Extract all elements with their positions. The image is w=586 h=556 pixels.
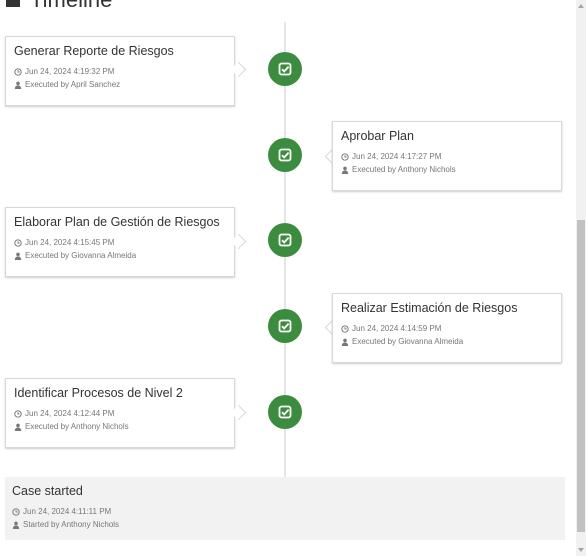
task-title: Aprobar Plan — [341, 129, 414, 143]
timeline-card: Aprobar Plan Jun 24, 2024 4:17:27 PM Exe… — [332, 121, 562, 191]
task-executor: Executed by April Sanchez — [14, 80, 226, 89]
task-title: Generar Reporte de Riesgos — [14, 44, 174, 58]
check-square-icon — [278, 62, 292, 76]
timeline-header-icon — [6, 0, 20, 7]
task-time: Jun 24, 2024 4:17:27 PM — [341, 152, 553, 161]
task-title: Realizar Estimación de Riesgos — [341, 301, 518, 315]
task-executor: Executed by Giovanna Almeida — [14, 251, 226, 260]
clock-icon — [12, 507, 20, 516]
clock-icon — [341, 324, 349, 333]
check-square-icon — [278, 233, 292, 247]
scrollbar-thumb[interactable] — [577, 220, 585, 532]
case-started-title: Case started — [12, 484, 83, 498]
timeline-card: Generar Reporte de Riesgos Jun 24, 2024 … — [5, 36, 235, 106]
clock-icon — [14, 409, 22, 418]
task-time: Jun 24, 2024 4:15:45 PM — [14, 238, 226, 247]
scroll-up-arrow-icon[interactable] — [578, 4, 584, 8]
task-time: Jun 24, 2024 4:19:32 PM — [14, 67, 226, 76]
timeline-card: Realizar Estimación de Riesgos Jun 24, 2… — [332, 293, 562, 363]
task-title: Elaborar Plan de Gestión de Riesgos — [14, 215, 220, 229]
task-time: Jun 24, 2024 4:14:59 PM — [341, 324, 553, 333]
case-started-by: Started by Anthony Nichols — [12, 520, 558, 529]
page-title: Timeline — [30, 0, 112, 13]
timeline-card: Elaborar Plan de Gestión de Riesgos Jun … — [5, 207, 235, 277]
check-square-icon — [278, 319, 292, 333]
user-icon — [341, 338, 349, 346]
user-icon — [14, 81, 22, 89]
timeline-node — [268, 138, 302, 172]
timeline-node — [268, 223, 302, 257]
timeline-node — [268, 309, 302, 343]
task-executor: Executed by Anthony Nichols — [341, 165, 553, 174]
clock-icon — [14, 238, 22, 247]
timeline-node — [268, 395, 302, 429]
task-executor: Executed by Anthony Nichols — [14, 422, 226, 431]
case-started-time: Jun 24, 2024 4:11:11 PM — [12, 507, 558, 516]
timeline-node — [268, 52, 302, 86]
check-square-icon — [278, 148, 292, 162]
scroll-down-arrow-icon[interactable] — [578, 548, 584, 552]
case-started-panel: Case started Jun 24, 2024 4:11:11 PM Sta… — [5, 477, 565, 540]
check-square-icon — [278, 405, 292, 419]
clock-icon — [341, 152, 349, 161]
vertical-scrollbar[interactable] — [576, 0, 586, 556]
task-time: Jun 24, 2024 4:12:44 PM — [14, 409, 226, 418]
task-executor: Executed by Giovanna Almeida — [341, 337, 553, 346]
timeline-header: Timeline — [0, 0, 112, 12]
user-icon — [14, 252, 22, 260]
clock-icon — [14, 67, 22, 76]
timeline-card: Identificar Procesos de Nivel 2 Jun 24, … — [5, 378, 235, 448]
user-icon — [341, 166, 349, 174]
task-title: Identificar Procesos de Nivel 2 — [14, 386, 183, 400]
user-icon — [12, 521, 20, 529]
user-icon — [14, 423, 22, 431]
